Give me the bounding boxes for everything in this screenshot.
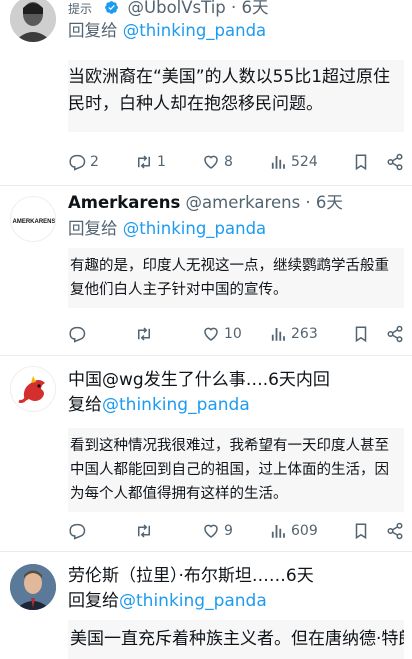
retweet-icon	[138, 524, 150, 538]
share-icon	[387, 325, 403, 343]
tweet-actions: 9 609	[68, 519, 404, 543]
reply-header: 劳伦斯（拉里）·布尔斯坦……6天 回复给@thinking_panda	[68, 564, 404, 614]
bookmark-icon	[355, 523, 367, 540]
tweet-4[interactable]: 劳伦斯（拉里）·布尔斯坦……6天 回复给@thinking_panda 美国一直…	[0, 552, 412, 659]
reply-to-line: 回复给 @thinking_panda	[68, 20, 404, 42]
user-handle[interactable]: @amerkarens	[186, 193, 301, 212]
bookmark-button[interactable]	[352, 325, 370, 343]
tweet-1[interactable]: 提示 @UbolVsTip · 6天 回复给 @thinking_panda 当…	[0, 0, 412, 186]
avatar-logo-text: AMERKARENS	[12, 219, 55, 225]
retweet-button[interactable]: 1	[135, 153, 202, 171]
retweet-button[interactable]	[135, 522, 202, 540]
like-icon	[204, 327, 218, 341]
bookmark-icon	[355, 154, 367, 171]
reply-prefix: 回复给	[68, 219, 118, 238]
like-icon	[204, 524, 218, 538]
reply-to-handle[interactable]: @thinking_panda	[123, 21, 266, 40]
avatar[interactable]: AMERKARENS	[10, 196, 56, 242]
like-button[interactable]: 9	[202, 522, 269, 540]
reply-to-line: 回复给 @thinking_panda	[68, 218, 404, 240]
like-icon	[204, 155, 218, 169]
user-name[interactable]: Amerkarens	[68, 193, 180, 212]
retweet-button[interactable]	[135, 325, 202, 343]
reply-to-handle[interactable]: @thinking_panda	[119, 591, 267, 611]
tweet-body: 当欧洲裔在“美国”的人数以55比1超过原住民时，白种人却在抱怨移民问题。	[68, 60, 404, 132]
views-button[interactable]: 524	[269, 153, 336, 171]
views-count: 263	[291, 326, 318, 342]
views-icon	[271, 156, 285, 169]
reply-button[interactable]: 2	[68, 153, 135, 171]
like-button[interactable]: 8	[202, 153, 269, 171]
dragon-avatar-icon	[11, 367, 55, 411]
tweet-time[interactable]: · 6天	[231, 0, 269, 17]
reply-button[interactable]	[68, 325, 135, 343]
reply-header: 中国@wg发生了什么事….6天内回 复给@thinking_panda	[68, 368, 404, 418]
amerkarens-logo-icon: AMERKARENS	[11, 197, 55, 241]
retweet-icon	[138, 155, 150, 169]
bookmark-icon	[355, 326, 367, 343]
tweet-time[interactable]: · 6天	[305, 193, 343, 212]
share-button[interactable]	[386, 522, 404, 540]
like-count: 10	[224, 326, 242, 342]
views-count: 524	[291, 154, 318, 170]
views-count: 609	[291, 523, 318, 539]
avatar-portrait-icon	[10, 564, 56, 610]
tweet-header: 提示 @UbolVsTip · 6天	[68, 0, 404, 20]
avatar[interactable]	[10, 366, 56, 412]
tweet-actions: 10 263	[68, 322, 404, 346]
share-icon	[387, 522, 403, 540]
views-button[interactable]: 609	[269, 522, 336, 540]
avatar[interactable]	[10, 564, 56, 610]
avatar[interactable]	[10, 0, 56, 42]
tweet-body: 有趣的是，印度人无视这一点，继续鹦鹉学舌般重复他们白人主子针对中国的宣传。	[68, 248, 404, 308]
tweet-body: 美国一直充斥着种族主义者。但在唐纳德·特朗	[68, 620, 404, 659]
tweet-body: 看到这种情况我很难过，我希望有一天印度人甚至中国人都能回到自己的祖国，过上体面的…	[68, 428, 404, 512]
user-name-line[interactable]: 中国@wg发生了什么事….6天内回	[68, 370, 330, 390]
share-icon	[387, 153, 403, 171]
like-count: 9	[224, 523, 233, 539]
tweet-actions: 2 1 8 524	[68, 150, 404, 174]
reply-to-handle[interactable]: @thinking_panda	[102, 395, 250, 415]
retweet-icon	[138, 327, 150, 341]
share-button[interactable]	[386, 153, 404, 171]
tweet-2[interactable]: AMERKARENS Amerkarens @amerkarens · 6天 回…	[0, 186, 412, 356]
tweet-header: Amerkarens @amerkarens · 6天	[68, 192, 404, 214]
share-button[interactable]	[386, 325, 404, 343]
reply-icon	[69, 154, 86, 171]
views-icon	[271, 525, 285, 538]
bookmark-button[interactable]	[352, 522, 370, 540]
reply-prefix: 复给	[68, 395, 102, 415]
hint-label: 提示	[68, 2, 93, 16]
user-handle[interactable]: @UbolVsTip	[128, 0, 226, 17]
avatar-portrait-icon	[10, 0, 56, 42]
views-button[interactable]: 263	[269, 325, 336, 343]
bookmark-button[interactable]	[352, 153, 370, 171]
views-icon	[271, 328, 285, 341]
reply-icon	[69, 326, 86, 343]
user-name-line[interactable]: 劳伦斯（拉里）·布尔斯坦……6天	[68, 566, 314, 586]
reply-count: 2	[90, 154, 99, 170]
like-count: 8	[224, 154, 233, 170]
retweet-count: 1	[157, 154, 166, 170]
reply-icon	[69, 523, 86, 540]
reply-to-handle[interactable]: @thinking_panda	[123, 219, 266, 238]
tweet-3[interactable]: 中国@wg发生了什么事….6天内回 复给@thinking_panda 看到这种…	[0, 356, 412, 552]
verified-icon	[104, 0, 119, 14]
like-button[interactable]: 10	[202, 325, 269, 343]
reply-button[interactable]	[68, 522, 135, 540]
reply-prefix: 回复给	[68, 21, 118, 40]
reply-prefix: 回复给	[68, 591, 119, 611]
